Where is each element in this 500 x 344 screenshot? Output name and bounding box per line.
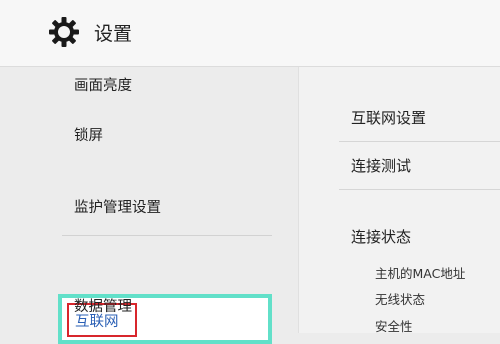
internet-settings-item[interactable]: 互联网设置	[351, 107, 426, 128]
sidebar-item-parental-controls[interactable]: 监护管理设置	[74, 196, 161, 217]
sidebar-divider	[62, 235, 272, 236]
content-divider	[339, 141, 500, 142]
content-divider	[339, 189, 500, 190]
gear-icon	[48, 16, 80, 48]
page-title: 设置	[94, 23, 133, 45]
sidebar-item-brightness[interactable]: 画面亮度	[74, 74, 132, 95]
sidebar-item-lock-screen[interactable]: 锁屏	[74, 124, 103, 145]
security-item[interactable]: 安全性	[375, 316, 413, 335]
connection-status-item[interactable]: 连接状态	[351, 226, 411, 247]
wireless-status-item[interactable]: 无线状态	[375, 289, 425, 308]
sidebar-item-data-management[interactable]: 数据管理	[74, 295, 132, 316]
connection-test-item[interactable]: 连接测试	[351, 155, 411, 176]
mac-address-item[interactable]: 主机的MAC地址	[375, 263, 465, 282]
sidebar: 画面亮度 锁屏 监护管理设置 互联网 数据管理	[0, 67, 297, 344]
content-panel: 互联网设置 连接测试 连接状态 主机的MAC地址 无线状态 安全性	[298, 67, 500, 335]
settings-header: 设置	[0, 0, 500, 67]
